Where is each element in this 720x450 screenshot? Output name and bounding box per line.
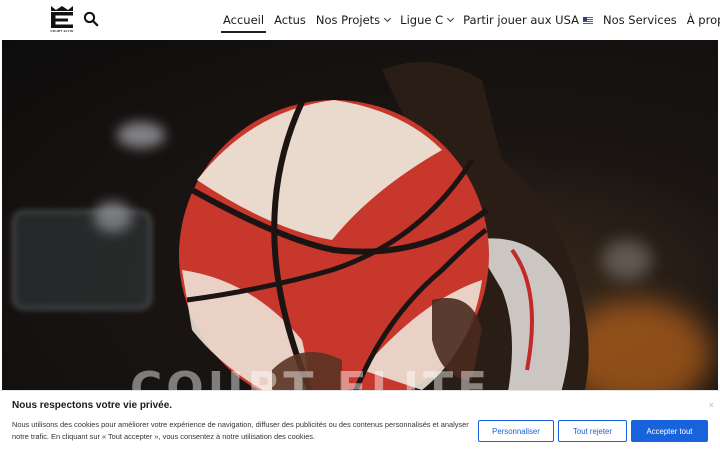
nav-label: Nos Services [602, 13, 677, 27]
cookie-banner: Nous respectons votre vie privée. × Nous… [0, 390, 720, 450]
nav-item-ligue-c[interactable]: Ligue C [395, 0, 458, 40]
accept-all-button[interactable]: Accepter tout [631, 420, 708, 442]
nav-item-a-propos[interactable]: À propos [682, 0, 720, 40]
nav-item-nos-projets[interactable]: Nos Projets [311, 0, 395, 40]
site-header: COURT ELITE Accueil Actus Nos Projets Li… [0, 0, 720, 40]
logo-caption: COURT ELITE [50, 29, 74, 33]
nav-item-nos-services[interactable]: Nos Services [598, 0, 682, 40]
nav-label: À propos [686, 13, 720, 27]
logo[interactable]: COURT ELITE [48, 5, 76, 35]
nav-item-actus[interactable]: Actus [269, 0, 311, 40]
reject-all-button[interactable]: Tout rejeter [558, 420, 627, 442]
nav-label: Ligue C [400, 13, 444, 27]
cookie-description: Nous utilisons des cookies pour améliore… [12, 420, 469, 441]
nav-label: Accueil [223, 13, 265, 27]
nav-item-accueil[interactable]: Accueil [218, 0, 269, 40]
chevron-down-icon [447, 14, 455, 23]
customize-button[interactable]: Personnaliser [478, 420, 554, 442]
nav-item-partir-usa[interactable]: Partir jouer aux USA [458, 0, 598, 40]
chevron-down-icon [384, 14, 392, 23]
search-button[interactable] [83, 11, 99, 27]
main-nav: Accueil Actus Nos Projets Ligue C Partir… [218, 0, 720, 40]
us-flag-icon [582, 16, 593, 24]
cookie-title: Nous respectons votre vie privée. [12, 400, 173, 411]
search-icon [83, 11, 99, 27]
nav-label: Nos Projets [315, 13, 381, 27]
close-icon[interactable]: × [709, 400, 714, 410]
hero-image: COURT ELITE [2, 40, 718, 450]
nav-label: Actus [274, 13, 306, 27]
nav-label: Partir jouer aux USA [463, 13, 579, 27]
